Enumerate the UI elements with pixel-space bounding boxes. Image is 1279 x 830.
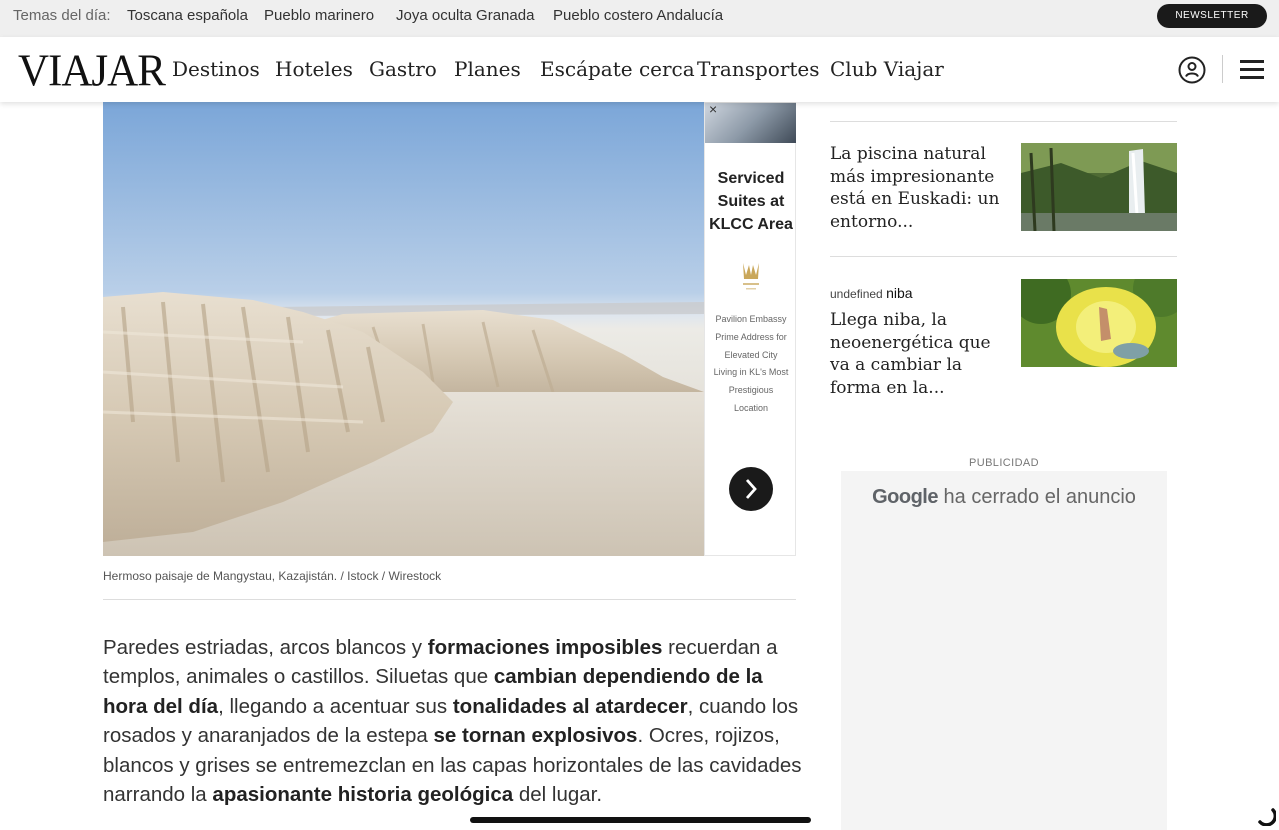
landscape-illustration (103, 102, 704, 556)
ad-placeholder: Google ha cerrado el anuncio (841, 471, 1167, 830)
energy-ad-image (1021, 279, 1177, 367)
ad-closed-message: Google ha cerrado el anuncio (841, 486, 1167, 509)
topic-link[interactable]: Joya oculta Granada (396, 7, 534, 24)
sidebar-article-title[interactable]: La piscina natural más impresionante est… (830, 143, 1008, 233)
loading-spinner-icon (1258, 808, 1276, 826)
topic-link[interactable]: Toscana española (127, 7, 248, 24)
article-highlight: formaciones imposibles (427, 636, 663, 659)
ad-closed-text: ha cerrado el anuncio (943, 486, 1136, 508)
sidebar-article-title[interactable]: Llega niba, la neoenergética que va a ca… (830, 309, 1008, 399)
article-highlight: tonalidades al atardecer (452, 694, 688, 718)
topics-bar: Temas del día: Toscana española Pueblo m… (0, 0, 1279, 37)
scroll-progress-bar (470, 817, 811, 823)
sponsor-label: undefined niba (830, 285, 913, 301)
article-highlight: se tornan explosivos (433, 724, 638, 748)
image-caption: Hermoso paisaje de Mangystau, Kazajistán… (103, 569, 442, 583)
hamburger-menu-icon[interactable] (1240, 60, 1264, 80)
ad-description: Pavilion Embassy Prime Address for Eleva… (713, 314, 789, 413)
waterfall-image (1021, 143, 1177, 231)
ad-brand-logo-icon (743, 263, 759, 290)
topic-link[interactable]: Pueblo costero Andalucía (553, 7, 723, 24)
sponsor-prefix: undefined (830, 287, 883, 301)
topics-label: Temas del día: (13, 7, 111, 24)
article-highlight: apasionante historia geológica (212, 783, 514, 807)
hero-image (103, 102, 704, 556)
google-logo: Google (872, 486, 938, 508)
chevron-right-icon (745, 479, 757, 499)
article-paragraph: Paredes estriadas, arcos blancos y forma… (103, 633, 803, 809)
ad-thumbnail-image[interactable] (705, 103, 796, 143)
sidebar-divider (830, 256, 1177, 257)
nav-item-gastro[interactable]: Gastro (369, 57, 437, 81)
ad-label: PUBLICIDAD (968, 457, 1040, 469)
nav-item-transportes[interactable]: Transportes (697, 57, 820, 81)
sponsored-ad-panel[interactable]: × Serviced Suites at KLCC Area Pavilion … (704, 101, 796, 556)
topic-link[interactable]: Pueblo marinero (264, 7, 374, 24)
user-account-icon[interactable] (1178, 56, 1206, 84)
nav-item-club-viajar[interactable]: Club Viajar (830, 57, 944, 81)
sidebar-divider (830, 121, 1177, 122)
ad-close-icon[interactable]: × (709, 101, 717, 117)
sidebar-article-thumbnail[interactable] (1021, 279, 1177, 367)
nav-item-escapate-cerca[interactable]: Escápate cerca (540, 57, 695, 81)
article-text: del lugar. (513, 783, 603, 807)
article-text: , llegando a acentuar sus (218, 694, 453, 718)
nav-item-destinos[interactable]: Destinos (172, 57, 260, 81)
ad-next-button[interactable] (729, 467, 773, 511)
sidebar-article-thumbnail[interactable] (1021, 143, 1177, 231)
article-text: Paredes estriadas, arcos blancos y (103, 636, 428, 659)
main-nav: VIAJAR Destinos Hoteles Gastro Planes Es… (0, 37, 1279, 102)
nav-divider (1222, 55, 1223, 83)
ad-title[interactable]: Serviced Suites at KLCC Area (709, 167, 793, 236)
nav-item-planes[interactable]: Planes (454, 57, 521, 81)
sponsor-brand: niba (886, 285, 913, 301)
caption-divider (103, 599, 796, 600)
nav-item-hoteles[interactable]: Hoteles (275, 57, 353, 81)
newsletter-button[interactable]: NEWSLETTER (1157, 4, 1267, 28)
site-logo[interactable]: VIAJAR (18, 46, 166, 97)
